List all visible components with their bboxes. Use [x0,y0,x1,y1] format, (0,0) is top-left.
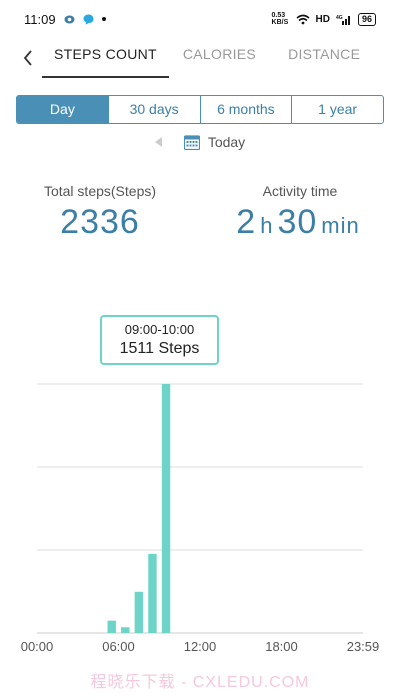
status-right: 0.53 KB/S HD 4G 96 [272,12,376,26]
battery-level: 96 [357,12,376,26]
date-label: Today [207,134,246,150]
chart-bar[interactable] [121,627,130,633]
chat-notification-icon [83,14,94,24]
chart-x-tick-label: 00:00 [21,639,54,654]
status-time: 11:09 [24,11,56,27]
activity-minutes-unit: min [321,213,360,238]
date-navigator: Today [0,131,400,153]
range-1-year-button[interactable]: 1 year [291,96,383,123]
tab-distance[interactable]: DISTANCE [276,38,372,78]
tab-steps-count[interactable]: STEPS COUNT [42,38,169,78]
bar-tooltip: 09:00-10:00 1511 Steps [100,315,219,365]
activity-hours: 2 [236,203,257,241]
range-30-days-button[interactable]: 30 days [107,96,200,123]
chart-bar[interactable] [161,384,171,633]
svg-text:4G: 4G [336,15,343,21]
range-selector: Day 30 days 6 months 1 year [16,95,384,124]
dot-icon [101,17,106,21]
signal-icon: 4G [336,15,350,25]
tooltip-steps: 1511 Steps [119,340,200,357]
total-steps-stat: Total steps(Steps) 2336 [20,183,180,242]
chart-x-tick-label: 06:00 [102,639,135,654]
chart-x-tick-label: 23:59 [347,639,380,654]
tooltip-time-range: 09:00-10:00 [124,322,195,337]
activity-time-value: 2 h 30 min [220,203,380,242]
network-speed: 0.53 KB/S [271,12,289,26]
previous-day-arrow-icon[interactable] [154,137,162,147]
chart-x-tick-label: 18:00 [265,639,298,654]
metric-tabs: STEPS COUNT CALORIES DISTANCE [0,38,400,78]
chart-x-tick-label: 12:00 [184,639,217,654]
activity-minutes: 30 [277,203,318,241]
chart-bar[interactable] [107,620,116,633]
chart-bar[interactable] [148,553,157,633]
activity-hours-unit: h [260,213,274,238]
status-left: 11:09 [24,12,272,27]
chart-bar[interactable] [134,591,144,633]
calendar-icon[interactable] [183,134,200,150]
tab-calories[interactable]: CALORIES [171,38,268,78]
activity-time-label: Activity time [262,183,338,199]
wifi-icon [296,14,310,24]
watermark-text: 程晓乐下载 - CXLEDU.COM [90,674,310,691]
chevron-left-icon [23,50,32,66]
back-button[interactable] [16,43,40,73]
eye-notification-icon [64,15,75,23]
range-6-months-button[interactable]: 6 months [199,96,292,123]
status-bar: 11:09 0.53 KB/S HD 4G 96 [0,0,400,38]
steps-bar-chart[interactable]: 00:00 06:00 12:00 18:00 23:59 [0,370,400,660]
total-steps-label: Total steps(Steps) [43,183,157,199]
hd-indicator: HD [315,13,330,25]
activity-time-stat: Activity time 2 h 30 min [220,183,380,242]
total-steps-value: 2336 [60,203,140,241]
range-day-button[interactable]: Day [17,96,108,123]
